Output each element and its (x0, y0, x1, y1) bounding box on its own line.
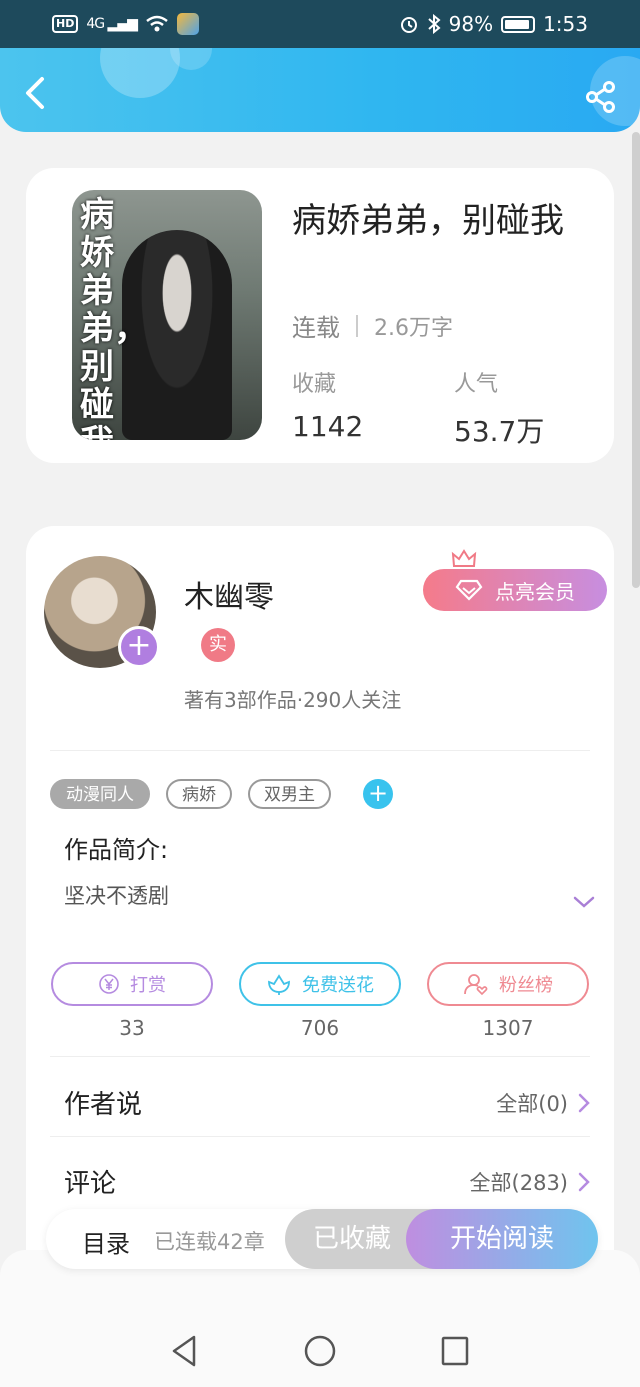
wifi-icon (146, 15, 168, 32)
chevron-right-icon (578, 1093, 590, 1112)
bluetooth-icon (427, 14, 441, 34)
favorites-stat: 收藏 1142 (292, 366, 363, 443)
tip-label: 打赏 (130, 975, 166, 996)
divider (50, 750, 590, 751)
tip-count: 33 (119, 1016, 145, 1040)
fan-rank-icon (464, 974, 488, 996)
author-says-row[interactable]: 作者说 全部(0) (64, 1084, 590, 1121)
book-info-card: 病娇弟弟，别碰我 病娇弟弟，别碰我 连载 2.6万字 收藏 1142 人气 53… (26, 168, 614, 463)
divider (50, 1136, 590, 1137)
crown-icon (451, 549, 477, 567)
book-status: 连载 (292, 314, 340, 342)
signal-indicator: 4G ▂▄▆ (86, 16, 138, 32)
favorites-label: 收藏 (292, 372, 337, 397)
fan-rank-count: 1307 (482, 1016, 534, 1040)
nav-back-icon[interactable] (170, 1334, 198, 1368)
author-summary: 著有3部作品·290人关注 (184, 688, 402, 712)
popularity-label: 人气 (454, 372, 499, 397)
app-notification-icon (176, 13, 199, 35)
tip-button[interactable]: 打赏 (51, 962, 213, 1006)
send-flower-button[interactable]: 免费送花 (239, 962, 401, 1006)
tag-list: 动漫同人 病娇 双男主 + (50, 779, 393, 809)
share-icon[interactable] (584, 80, 618, 114)
diamond-icon (455, 579, 483, 601)
status-right: 98% 1:53 (399, 12, 588, 36)
status-bar: HD 4G ▂▄▆ 98% 1:53 (0, 0, 640, 48)
comments-more-label: 全部(283) (469, 1170, 568, 1195)
fan-rank-button[interactable]: 粉丝榜 (427, 962, 589, 1006)
start-reading-button[interactable]: 开始阅读 (406, 1209, 598, 1269)
header (0, 48, 640, 132)
favorites-value: 1142 (292, 410, 364, 443)
meta-divider (356, 314, 358, 337)
author-says-more[interactable]: 全部(0) (496, 1088, 590, 1118)
header-bubble-decoration (100, 48, 180, 98)
yen-icon (99, 974, 119, 994)
tag-item[interactable]: 双男主 (248, 779, 331, 809)
follow-author-button[interactable]: + (118, 626, 160, 668)
alarm-icon (400, 17, 417, 33)
word-count: 2.6万字 (374, 315, 453, 341)
nav-recents-icon[interactable] (440, 1334, 470, 1368)
flower-count: 706 (300, 1016, 340, 1040)
clock: 1:53 (543, 12, 588, 36)
hd-badge: HD (52, 15, 79, 33)
battery-percent: 98% (448, 12, 494, 36)
intro-label: 作品简介: (64, 836, 169, 864)
system-navigation-bar (0, 1250, 640, 1387)
popularity-value: 53.7万 (454, 415, 545, 448)
nav-home-icon[interactable] (304, 1334, 336, 1368)
divider (50, 1056, 590, 1057)
book-meta: 连载 2.6万字 (292, 308, 453, 343)
back-icon[interactable] (20, 76, 50, 110)
author-says-title: 作者说 (64, 1090, 143, 1120)
add-tag-button[interactable]: + (363, 779, 393, 809)
bottom-action-bar: 目录 已连载42章 已收藏 开始阅读 (46, 1209, 598, 1269)
cover-title: 病娇弟弟，别碰我 (80, 195, 148, 440)
author-name[interactable]: 木幽零 (184, 572, 274, 616)
comments-more[interactable]: 全部(283) (470, 1167, 590, 1197)
scrollbar[interactable] (632, 132, 640, 588)
flower-icon (268, 974, 290, 995)
book-title: 病娇弟弟，别碰我 (292, 201, 564, 241)
vip-button-label: 点亮会员 (495, 579, 575, 604)
chapter-count[interactable]: 已连载42章 (154, 1226, 265, 1256)
signal-label: 4G (86, 16, 105, 32)
author-says-more-label: 全部(0) (496, 1091, 568, 1116)
book-cover[interactable]: 病娇弟弟，别碰我 (72, 190, 262, 440)
vip-button[interactable]: 点亮会员 (423, 569, 607, 611)
comments-row[interactable]: 评论 全部(283) (64, 1163, 590, 1200)
chevron-down-icon[interactable] (572, 894, 596, 910)
battery-icon (501, 15, 536, 33)
popularity-stat: 人气 53.7万 (454, 366, 544, 450)
status-left: HD 4G ▂▄▆ (52, 13, 199, 35)
author-card: + 木幽零 实 著有3部作品·290人关注 点亮会员 动漫同人 病娇 双男主 +… (26, 526, 614, 1286)
chevron-right-icon (578, 1172, 590, 1191)
comments-title: 评论 (64, 1169, 117, 1199)
catalog-button[interactable]: 目录 (82, 1224, 130, 1259)
send-flower-label: 免费送花 (302, 975, 374, 996)
tag-item[interactable]: 动漫同人 (50, 779, 150, 809)
intro-text: 坚决不透剧 (64, 884, 169, 908)
verified-badge: 实 (201, 628, 235, 662)
tag-item[interactable]: 病娇 (166, 779, 232, 809)
fan-rank-label: 粉丝榜 (499, 975, 553, 996)
